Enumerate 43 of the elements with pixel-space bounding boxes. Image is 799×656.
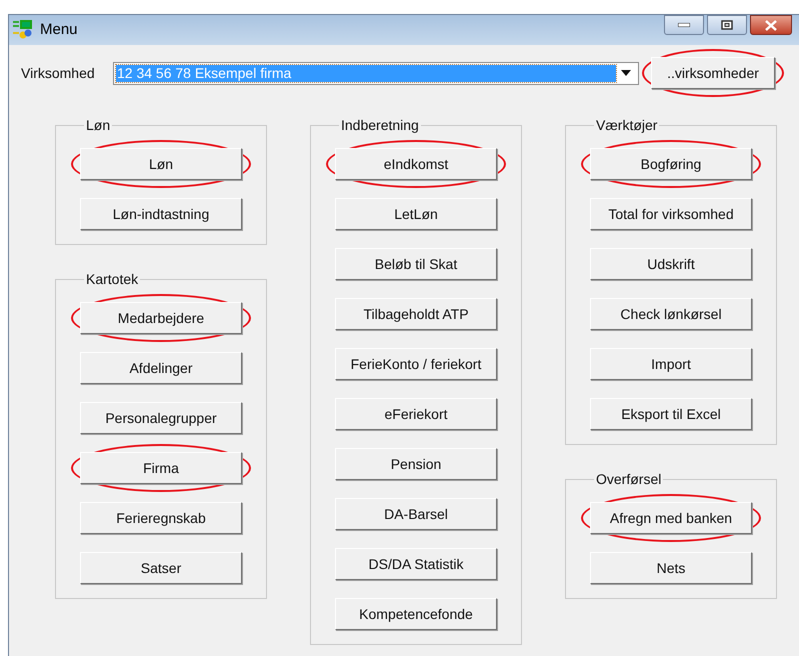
menu-button[interactable]: Import	[590, 348, 752, 380]
menu-button[interactable]: Løn-indtastning	[80, 198, 242, 230]
menu-button[interactable]: Nets	[590, 552, 752, 584]
menu-button[interactable]: Tilbageholdt ATP	[335, 298, 497, 330]
group-title: Indberetning	[340, 116, 420, 135]
group-title: Værktøjer	[595, 116, 658, 135]
menu-button[interactable]: Total for virksomhed	[590, 198, 752, 230]
menu-button[interactable]: Udskrift	[590, 248, 752, 280]
menu-button[interactable]: eFeriekort	[335, 398, 497, 430]
menu-button[interactable]: Ferieregnskab	[80, 502, 242, 534]
menu-button[interactable]: Beløb til Skat	[335, 248, 497, 280]
menu-button[interactable]: Personalegrupper	[80, 402, 242, 434]
menu-button[interactable]: Pension	[335, 448, 497, 480]
window-title: Menu	[40, 20, 78, 40]
menu-button[interactable]: DA-Barsel	[335, 498, 497, 530]
menu-button[interactable]: eIndkomst	[335, 148, 497, 180]
dropdown-value: 12 34 56 78 Eksempel firma	[116, 64, 616, 82]
maximize-button[interactable]	[707, 15, 747, 35]
minimize-icon	[678, 23, 690, 27]
group-title: Overførsel	[595, 470, 662, 489]
menu-button[interactable]: LetLøn	[335, 198, 497, 230]
dropdown-arrow-icon	[621, 70, 631, 76]
close-icon	[765, 20, 777, 30]
menu-button[interactable]: Bogføring	[590, 148, 752, 180]
menu-button[interactable]: FerieKonto / feriekort	[335, 348, 497, 380]
menu-button[interactable]: Løn	[80, 148, 242, 180]
menu-button[interactable]: Afregn med banken	[590, 502, 752, 534]
minimize-button[interactable]	[664, 15, 704, 35]
menu-button[interactable]: Afdelinger	[80, 352, 242, 384]
menu-button[interactable]: Medarbejdere	[80, 302, 242, 334]
menu-button[interactable]: Kompetencefonde	[335, 598, 497, 630]
restore-icon	[721, 20, 733, 30]
menu-button[interactable]: Firma	[80, 452, 242, 484]
group-title: Løn	[85, 116, 112, 135]
group-title: Kartotek	[85, 270, 140, 289]
menu-button[interactable]: DS/DA Statistik	[335, 548, 497, 580]
menu-button[interactable]: Satser	[80, 552, 242, 584]
menu-button[interactable]: Eksport til Excel	[590, 398, 752, 430]
menu-button[interactable]: ..virksomheder	[651, 57, 775, 89]
menu-button[interactable]: Check lønkørsel	[590, 298, 752, 330]
close-button[interactable]	[750, 15, 792, 35]
company-label: Virksomhed	[21, 64, 96, 82]
app-icon	[12, 19, 34, 41]
